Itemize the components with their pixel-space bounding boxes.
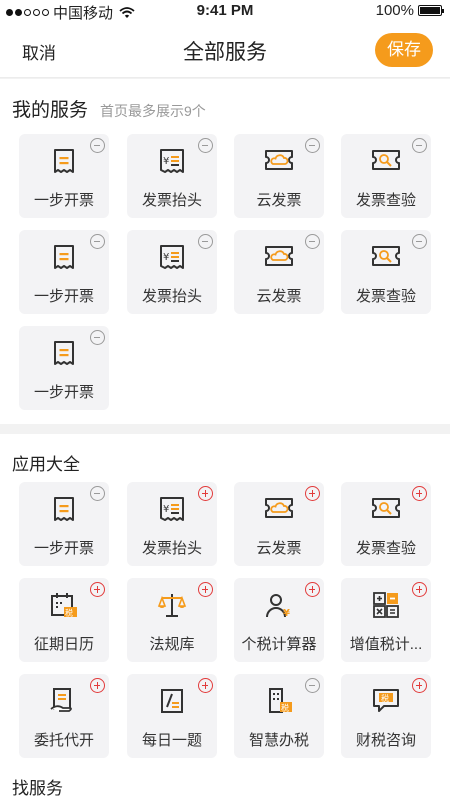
remove-circle-icon[interactable]	[305, 234, 320, 249]
tile-label: 一步开票	[33, 540, 94, 557]
svg-text:¥: ¥	[163, 504, 169, 515]
all-apps-tile-cloud-ticket[interactable]: 云发票	[234, 482, 324, 566]
tile-label: 委托代开	[33, 732, 94, 749]
tile-label: 发票查验	[355, 192, 416, 209]
all-apps-tile-daily-question[interactable]: 每日一题	[127, 674, 217, 758]
svg-text:税: 税	[65, 608, 73, 618]
my-services-tile-cloud-ticket[interactable]: 云发票	[234, 230, 324, 314]
my-services-header: 我的服务 首页最多展示9个	[12, 95, 206, 122]
remove-circle-icon[interactable]	[198, 234, 213, 249]
tile-label: 增值税计...	[349, 636, 423, 653]
all-apps-section: 应用大全 一步开票 ¥ 发票抬头 云发票 发票查验税征期日历 法规库 ¥ 个税计算器 增值税计.…	[0, 434, 450, 764]
add-circle-icon[interactable]	[198, 486, 213, 501]
my-services-title: 我的服务	[12, 100, 89, 121]
all-apps-title: 应用大全	[12, 455, 80, 474]
all-apps-tile-ticket-search[interactable]: 发票查验	[341, 482, 431, 566]
add-circle-icon[interactable]	[90, 582, 105, 597]
my-services-tile-receipt[interactable]: 一步开票	[19, 134, 109, 218]
tile-label: 发票查验	[355, 540, 416, 557]
svg-text:¥: ¥	[163, 156, 169, 167]
my-services-tile-ticket-search[interactable]: 发票查验	[341, 230, 431, 314]
tile-label: 智慧办税	[248, 732, 309, 749]
remove-circle-icon[interactable]	[305, 678, 320, 693]
tile-label: 一步开票	[33, 384, 94, 401]
remove-circle-icon[interactable]	[90, 486, 105, 501]
remove-circle-icon[interactable]	[90, 138, 105, 153]
tile-label: 发票抬头	[141, 288, 202, 305]
svg-text:税: 税	[381, 693, 389, 703]
remove-circle-icon[interactable]	[412, 234, 427, 249]
my-services-tile-receipt[interactable]: 一步开票	[19, 230, 109, 314]
remove-circle-icon[interactable]	[198, 138, 213, 153]
my-services-tile-cloud-ticket[interactable]: 云发票	[234, 134, 324, 218]
all-apps-tile-smart-tax[interactable]: 税智慧办税	[234, 674, 324, 758]
add-circle-icon[interactable]	[412, 678, 427, 693]
tile-label: 财税咨询	[355, 732, 416, 749]
tile-label: 个税计算器	[241, 636, 317, 653]
add-circle-icon[interactable]	[198, 582, 213, 597]
all-apps-tile-receipt[interactable]: 一步开票	[19, 482, 109, 566]
tile-label: 发票查验	[355, 288, 416, 305]
all-apps-tile-delegate[interactable]: 委托代开	[19, 674, 109, 758]
find-services-header: 找服务	[12, 774, 63, 799]
tile-label: 云发票	[256, 540, 302, 557]
add-circle-icon[interactable]	[198, 678, 213, 693]
svg-text:¥: ¥	[163, 252, 169, 263]
add-circle-icon[interactable]	[412, 582, 427, 597]
find-services-section: 找服务	[0, 764, 450, 800]
navigation-bar: 取消 全部服务 保存	[0, 22, 450, 78]
remove-circle-icon[interactable]	[90, 234, 105, 249]
all-apps-header: 应用大全	[12, 450, 80, 475]
svg-text:税: 税	[281, 703, 289, 713]
find-services-title: 找服务	[12, 779, 63, 798]
tile-label: 发票抬头	[141, 192, 202, 209]
status-bar: 中国移动 9:41 PM 100%	[0, 0, 450, 22]
save-button[interactable]: 保存	[375, 33, 433, 67]
all-apps-tile-scales[interactable]: 法规库	[127, 578, 217, 662]
add-circle-icon[interactable]	[305, 486, 320, 501]
my-services-tile-ticket-search[interactable]: 发票查验	[341, 134, 431, 218]
all-apps-tile-tax-calendar[interactable]: 税征期日历	[19, 578, 109, 662]
my-services-tile-invoice-header[interactable]: ¥ 发票抬头	[127, 134, 217, 218]
battery-percent: 100%	[375, 2, 414, 19]
tile-label: 征期日历	[33, 636, 94, 653]
tile-label: 一步开票	[33, 288, 94, 305]
all-apps-tile-invoice-header[interactable]: ¥ 发票抬头	[127, 482, 217, 566]
battery-group: 100%	[375, 2, 444, 19]
tile-label: 一步开票	[33, 192, 94, 209]
my-services-subtitle: 首页最多展示9个	[100, 103, 206, 119]
all-apps-tile-person-tax[interactable]: ¥ 个税计算器	[234, 578, 324, 662]
remove-circle-icon[interactable]	[305, 138, 320, 153]
svg-text:¥: ¥	[283, 608, 290, 619]
remove-circle-icon[interactable]	[90, 330, 105, 345]
my-services-section: 我的服务 首页最多展示9个 一步开票 ¥ 发票抬头 云发票 发票查验 一步开票 ¥ 发票抬头云…	[0, 79, 450, 424]
tile-label: 云发票	[256, 192, 302, 209]
battery-icon	[418, 5, 444, 16]
add-circle-icon[interactable]	[90, 678, 105, 693]
my-services-tile-invoice-header[interactable]: ¥ 发票抬头	[127, 230, 217, 314]
tile-label: 每日一题	[141, 732, 202, 749]
tile-label: 法规库	[149, 636, 195, 653]
all-apps-tile-consult-chat[interactable]: 税财税咨询	[341, 674, 431, 758]
all-apps-tile-calculator[interactable]: 增值税计...	[341, 578, 431, 662]
my-services-tile-receipt[interactable]: 一步开票	[19, 326, 109, 410]
remove-circle-icon[interactable]	[412, 138, 427, 153]
tile-label: 发票抬头	[141, 540, 202, 557]
add-circle-icon[interactable]	[412, 486, 427, 501]
add-circle-icon[interactable]	[305, 582, 320, 597]
tile-label: 云发票	[256, 288, 302, 305]
